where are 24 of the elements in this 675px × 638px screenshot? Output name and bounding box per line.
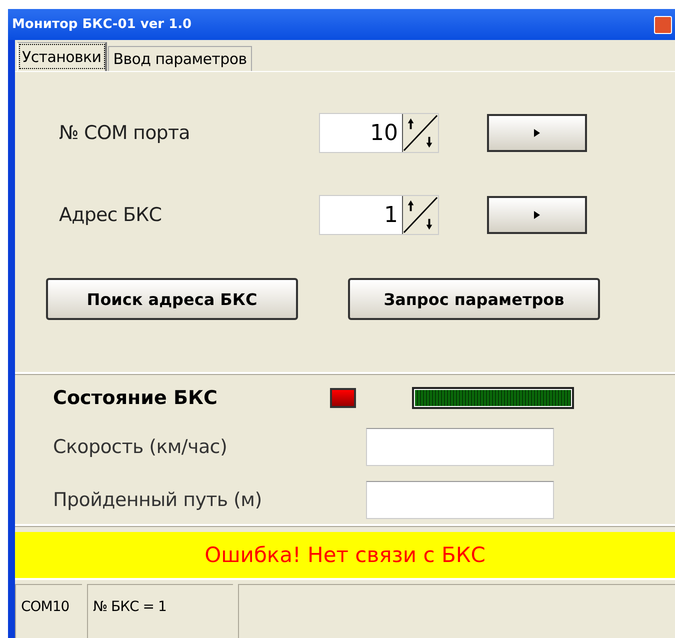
spin-arrows-icon[interactable] bbox=[402, 196, 438, 234]
state-label: Состояние БКС bbox=[53, 387, 218, 409]
play-icon bbox=[534, 129, 540, 137]
play-icon bbox=[534, 211, 540, 219]
action-button[interactable]: Запрос параметров bbox=[348, 278, 600, 320]
tab[interactable]: Установки bbox=[17, 42, 108, 71]
window-title: Монитор БКС-01 ver 1.0 bbox=[12, 17, 192, 32]
error-message: Ошибка! Нет связи с БКС bbox=[15, 532, 675, 580]
spin-field[interactable]: 1 bbox=[319, 195, 439, 235]
status-pane: COM10 bbox=[15, 584, 82, 638]
readout-field[interactable] bbox=[366, 480, 554, 518]
field-label: № COM порта bbox=[58, 122, 191, 144]
field-label: Скорость (км/час) bbox=[53, 436, 228, 458]
spin-field[interactable]: 10 bbox=[319, 113, 439, 153]
arrow-button[interactable] bbox=[487, 114, 587, 152]
arrow-button[interactable] bbox=[487, 196, 587, 234]
readout-field[interactable] bbox=[366, 428, 554, 466]
field-label: Пройденный путь (м) bbox=[53, 488, 263, 510]
close-icon[interactable] bbox=[654, 16, 672, 34]
spin-arrows-icon[interactable] bbox=[402, 114, 438, 152]
status-pane: № БКС = 1 bbox=[87, 584, 233, 638]
tab[interactable]: Ввод параметров bbox=[108, 46, 252, 71]
action-button[interactable]: Поиск адреса БКС bbox=[46, 278, 298, 320]
field-label: Адрес БКС bbox=[58, 204, 163, 226]
